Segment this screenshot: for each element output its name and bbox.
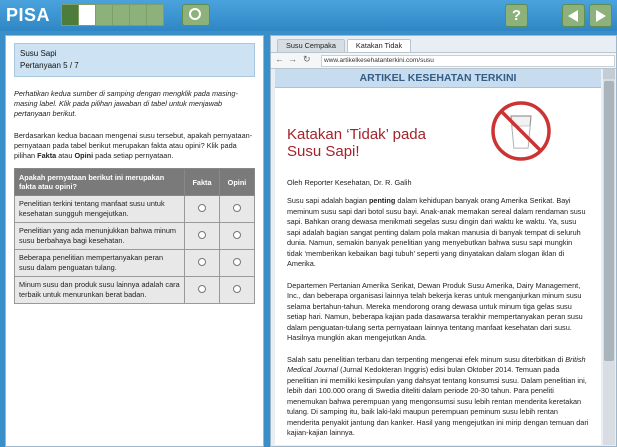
radio-button[interactable] (198, 203, 206, 212)
table-row: Penelitian yang ada menunjukkan bahwa mi… (14, 222, 255, 250)
table-header-fakta: Fakta (184, 168, 220, 196)
fakta-option[interactable] (184, 276, 220, 304)
scroll-up-button[interactable] (603, 69, 615, 79)
back-arrow-icon[interactable]: ← (275, 54, 284, 64)
question-number: Pertanyaan 5 / 7 (20, 61, 79, 70)
top-bar: PISA ? (0, 0, 617, 31)
fakta-option[interactable] (184, 249, 220, 277)
progress-segment (62, 5, 79, 25)
prompt-opini: Opini (74, 151, 94, 160)
radio-button[interactable] (233, 230, 241, 239)
fakta-option[interactable] (184, 222, 220, 250)
answer-table: Apakah pernyataan berikut ini merupakan … (14, 168, 255, 304)
opini-option[interactable] (219, 195, 255, 223)
article-author: Oleh Reporter Kesehatan, Dr. R. Galih (287, 178, 412, 187)
arrow-right-icon (596, 10, 606, 22)
table-header-question: Apakah pernyataan berikut ini merupakan … (14, 168, 185, 196)
question-panel: Susu Sapi Pertanyaan 5 / 7 Perhatikan ke… (5, 35, 264, 447)
no-milk-icon (491, 101, 551, 161)
arrow-left-icon (568, 10, 578, 22)
scrollbar-thumb[interactable] (604, 81, 614, 361)
progress-segment (147, 5, 163, 25)
question-mark-icon: ? (511, 7, 522, 24)
statement-text: Penelitian terkini tentang manfaat susu … (14, 195, 185, 223)
question-header: Susu Sapi Pertanyaan 5 / 7 (14, 43, 255, 77)
source-panel: Susu Cempaka Katakan Tidak ← → ↻ www.art… (270, 35, 617, 447)
browser-nav-bar: ← → ↻ www.artikelkesehatanterkini.com/su… (271, 52, 616, 69)
refresh-icon[interactable]: ↻ (303, 54, 311, 65)
progress-segment (130, 5, 147, 25)
progress-segment (96, 5, 113, 25)
radio-button[interactable] (233, 284, 241, 293)
paragraph-text: Salah satu penelitian terbaru dan terpen… (287, 354, 566, 364)
tab-katakan-tidak[interactable]: Katakan Tidak (346, 39, 412, 52)
article-title-line: Susu Sapi! (287, 143, 360, 160)
statement-text: Penelitian yang ada menunjukkan bahwa mi… (14, 222, 185, 250)
back-button[interactable] (562, 4, 585, 27)
progress-segment (113, 5, 130, 25)
question-prompt: Berdasarkan kedua bacaan mengenai susu t… (14, 131, 255, 161)
table-row: Beberapa penelitian mempertanyakan peran… (14, 249, 255, 277)
paragraph: Departemen Pertanian Amerika Serikat, De… (287, 280, 583, 343)
paragraph-text: dalam kehidupan banyak orang Amerika Ser… (287, 196, 586, 268)
prompt-fakta: Fakta (37, 151, 57, 160)
progress-indicator (61, 4, 164, 26)
unit-title: Susu Sapi (20, 49, 57, 58)
instruction-text: Perhatikan kedua sumber di samping denga… (14, 89, 238, 118)
article-title-line: Katakan ‘Tidak’ pada (287, 126, 426, 143)
paragraph-text: Susu sapi adalah bagian (287, 196, 369, 205)
paragraph: Susu sapi adalah bagian penting dalam ke… (287, 196, 589, 270)
table-row: Minum susu dan produk susu lainnya adala… (14, 276, 255, 304)
pisa-logo: PISA (6, 5, 51, 25)
opini-option[interactable] (219, 222, 255, 250)
clock-icon (189, 8, 201, 20)
tab-susu-cempaka[interactable]: Susu Cempaka (277, 39, 345, 52)
timer-button[interactable] (182, 4, 210, 26)
article-content: ARTIKEL KESEHATAN TERKINI Katakan ‘Tidak… (275, 69, 601, 445)
prompt-text: pada setiap pernyataan. (93, 151, 174, 160)
forward-arrow-icon[interactable]: → (288, 54, 297, 64)
site-banner: ARTIKEL KESEHATAN TERKINI (275, 69, 601, 88)
paragraph-text: (Jurnal Kedokteran Inggris) edisi bulan … (287, 365, 589, 437)
opini-option[interactable] (219, 276, 255, 304)
table-row: Penelitian terkini tentang manfaat susu … (14, 195, 255, 223)
prompt-text: atau (56, 151, 75, 160)
paragraph-bold: penting (368, 196, 396, 205)
progress-segment-current (79, 5, 96, 25)
source-tabs: Susu Cempaka Katakan Tidak (277, 39, 413, 52)
scrollbar[interactable] (603, 69, 615, 445)
next-button[interactable] (589, 4, 612, 27)
help-button[interactable]: ? (505, 4, 528, 27)
article-title: Katakan ‘Tidak’ pada Susu Sapi! (287, 126, 487, 160)
radio-button[interactable] (198, 257, 206, 266)
statement-text: Minum susu dan produk susu lainnya adala… (14, 276, 185, 304)
opini-option[interactable] (219, 249, 255, 277)
fakta-option[interactable] (184, 195, 220, 223)
radio-button[interactable] (233, 203, 241, 212)
address-bar[interactable]: www.artikelkesehatanterkini.com/susu (321, 55, 615, 67)
radio-button[interactable] (198, 284, 206, 293)
table-header-opini: Opini (219, 168, 255, 196)
radio-button[interactable] (198, 230, 206, 239)
radio-button[interactable] (233, 257, 241, 266)
article-body: Susu sapi adalah bagian penting dalam ke… (287, 196, 589, 445)
statement-text: Beberapa penelitian mempertanyakan peran… (14, 249, 185, 277)
paragraph: Salah satu penelitian terbaru dan terpen… (287, 355, 589, 439)
